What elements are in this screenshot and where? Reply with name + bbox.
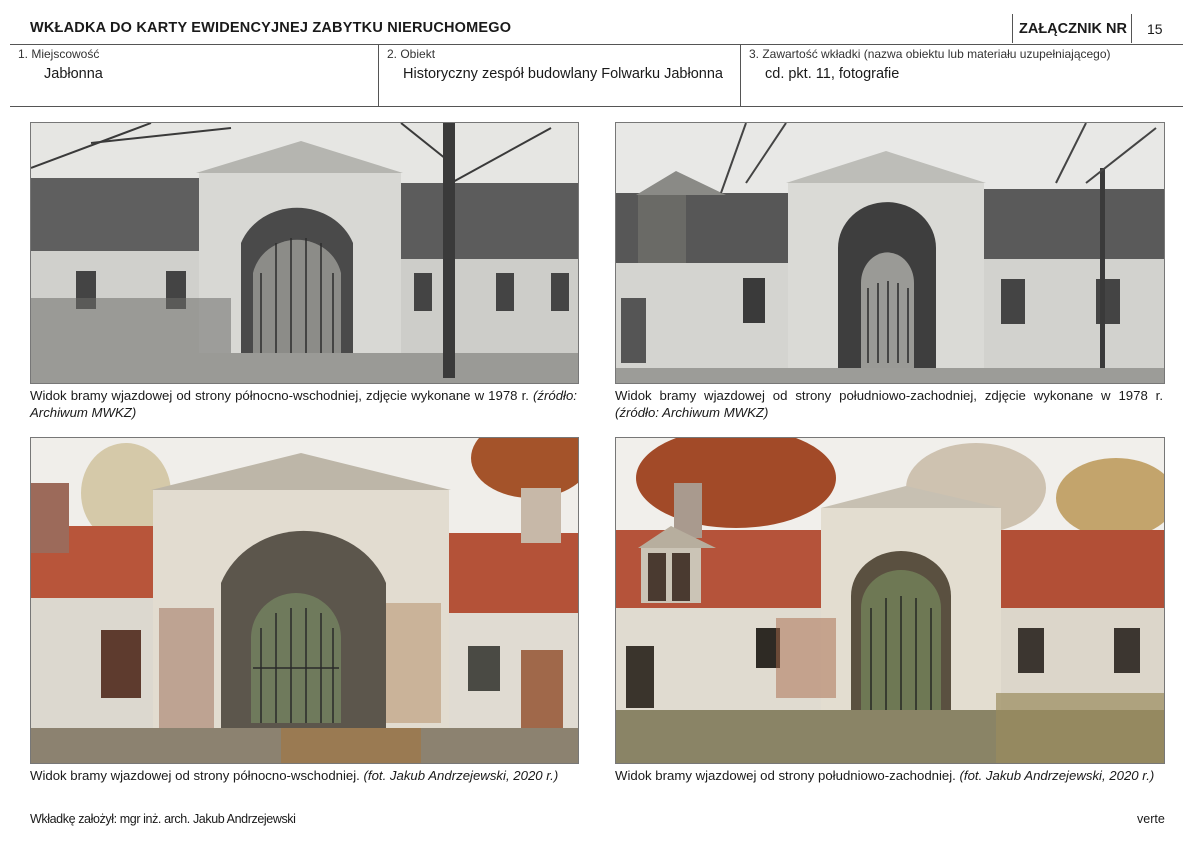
field-contents-value: cd. pkt. 11, fotografie <box>765 66 900 82</box>
form-fields: 1. Miejscowość Jabłonna 2. Obiekt Histor… <box>10 44 1183 107</box>
caption-source: (fot. Jakub Andrzejewski, 2020 r.) <box>363 768 559 783</box>
page-number: 15 <box>1147 21 1163 37</box>
caption-text: Widok bramy wjazdowej od strony południo… <box>615 388 1163 403</box>
footer-author: Wkładkę założył: mgr inż. arch. Jakub An… <box>30 812 296 826</box>
photo-caption: Widok bramy wjazdowej od strony południo… <box>615 767 1175 784</box>
document-header: WKŁADKA DO KARTY EWIDENCYJNEJ ZABYTKU NI… <box>10 14 1183 45</box>
photo-caption: Widok bramy wjazdowej od strony północno… <box>30 767 590 784</box>
field-locality-value: Jabłonna <box>44 66 103 82</box>
field-locality: 1. Miejscowość Jabłonna <box>10 44 378 106</box>
field-locality-label: 1. Miejscowość <box>18 47 100 61</box>
annex-label: ZAŁĄCZNIK NR <box>1019 21 1127 37</box>
photo-gate-northeast-1978 <box>30 122 579 384</box>
photo-gate-southwest-1978 <box>615 122 1165 384</box>
field-contents-label: 3. Zawartość wkładki (nazwa obiektu lub … <box>749 47 1111 61</box>
photo-gate-northeast-2020 <box>30 437 579 764</box>
annex-box: ZAŁĄCZNIK NR <box>1012 14 1132 43</box>
photo-caption: Widok bramy wjazdowej od strony północno… <box>30 387 577 421</box>
photo-caption: Widok bramy wjazdowej od strony południo… <box>615 387 1163 421</box>
field-object-value: Historyczny zespół budowlany Folwarku Ja… <box>403 66 723 82</box>
field-object-label: 2. Obiekt <box>387 47 436 61</box>
document-title: WKŁADKA DO KARTY EWIDENCYJNEJ ZABYTKU NI… <box>30 20 512 36</box>
caption-text: Widok bramy wjazdowej od strony północno… <box>30 388 529 403</box>
footer-verte: verte <box>1137 812 1165 826</box>
caption-text: Widok bramy wjazdowej od strony południo… <box>615 768 956 783</box>
caption-text: Widok bramy wjazdowej od strony północno… <box>30 768 360 783</box>
caption-source: (źródło: Archiwum MWKZ) <box>615 405 769 420</box>
field-object: 2. Obiekt Historyczny zespół budowlany F… <box>378 44 741 106</box>
caption-source: (fot. Jakub Andrzejewski, 2020 r.) <box>959 768 1155 783</box>
field-contents: 3. Zawartość wkładki (nazwa obiektu lub … <box>740 44 1184 106</box>
photo-gate-southwest-2020 <box>615 437 1165 764</box>
